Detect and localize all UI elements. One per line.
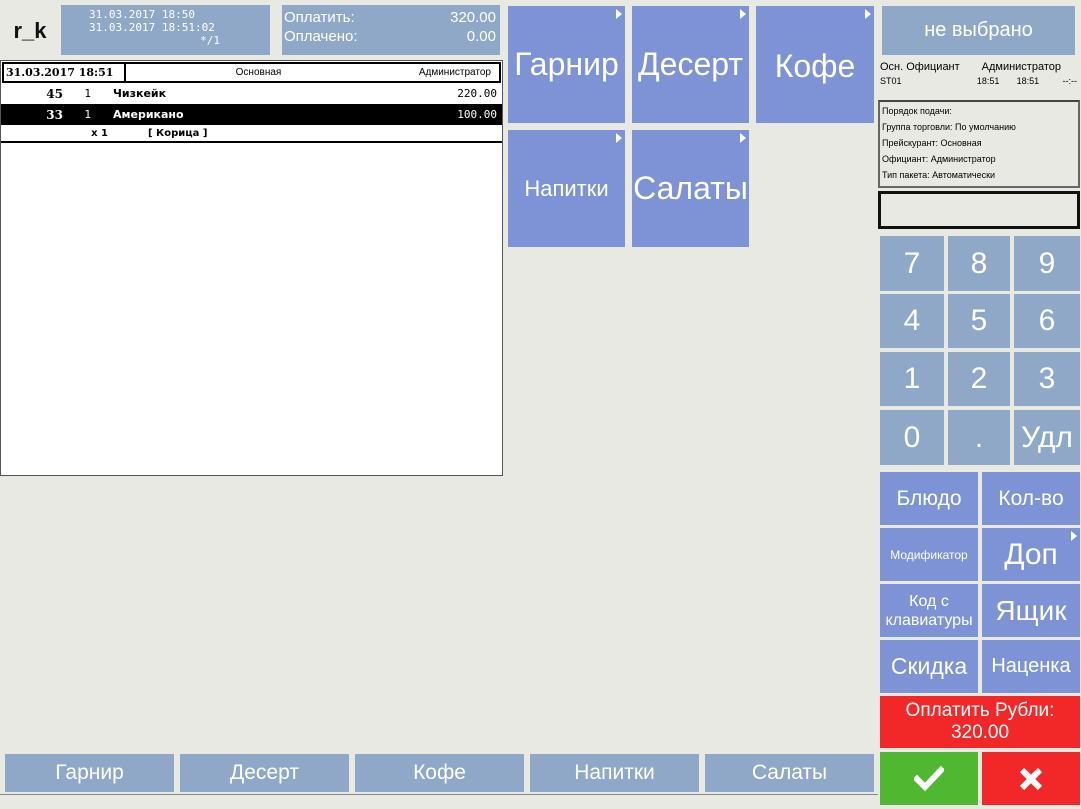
pay-value: 320.00 (950, 722, 1010, 743)
submenu-arrow-icon (1071, 531, 1077, 541)
key-delete[interactable]: Удл (1014, 410, 1080, 465)
modifier-button[interactable]: Модификатор (880, 528, 978, 581)
payment-summary: Оплатить: 320.00 Оплачено: 0.00 (282, 5, 500, 55)
line-qty: 1 (84, 87, 91, 100)
line-code: 45 (46, 86, 63, 101)
category-salads[interactable]: Салаты (632, 130, 749, 247)
category-drinks[interactable]: Напитки (508, 130, 625, 247)
extra-button[interactable]: Доп (982, 528, 1080, 581)
line-price: 100.00 (457, 108, 497, 121)
receipt-line[interactable]: 45 1 Чизкейк 220.00 (1, 83, 502, 104)
waiter-line: Официант: Администратор (882, 154, 996, 164)
key-5[interactable]: 5 (948, 294, 1010, 348)
package-type: Тип пакета: Автоматически (882, 170, 996, 180)
time-open: 18:51 (976, 76, 1000, 86)
date-opened: 31.03.2017 18:50 (89, 8, 195, 21)
receipt-date: 31.03.2017 18:51 (4, 64, 126, 81)
receipt-header: 31.03.2017 18:51 Основная Администратор (2, 62, 501, 83)
line-code: 33 (46, 107, 63, 122)
close-icon (1019, 767, 1043, 790)
key-2[interactable]: 2 (948, 352, 1010, 406)
cancel-button[interactable] (982, 752, 1080, 805)
drawer-button[interactable]: Ящик (982, 584, 1080, 637)
serving-order: Порядок подачи: (882, 106, 952, 116)
time-close: --:-- (1062, 76, 1077, 86)
line-qty: 1 (84, 108, 91, 121)
line-name: Американо (113, 108, 184, 121)
checkmark-icon (914, 765, 944, 791)
receipt-user: Администратор (418, 67, 491, 78)
dish-button[interactable]: Блюдо (880, 472, 978, 525)
table-number: */1 (200, 34, 220, 47)
extra-label: Доп (1004, 537, 1058, 571)
customer-select-button[interactable]: не выбрано (882, 6, 1075, 55)
key-9[interactable]: 9 (1014, 236, 1080, 291)
order-receipt[interactable]: 31.03.2017 18:51 Основная Администратор … (0, 60, 503, 476)
order-info-panel: Порядок подачи: Группа торговли: По умол… (878, 100, 1080, 188)
discount-button[interactable]: Скидка (880, 640, 978, 693)
paid-label: Оплачено: (284, 28, 358, 45)
numeric-input-field[interactable] (878, 191, 1080, 229)
key-6[interactable]: 6 (1014, 294, 1080, 348)
submenu-arrow-icon (616, 9, 622, 19)
app-logo: r_k (13, 18, 47, 43)
waiter-info: Осн. Официант Администратор ST01 18:51 1… (879, 61, 1077, 97)
receipt-menu: Основная (235, 67, 282, 78)
line-price: 220.00 (457, 87, 497, 100)
waiter-label: Осн. Официант (880, 61, 960, 73)
key-0[interactable]: 0 (880, 410, 944, 465)
submenu-arrow-icon (865, 9, 871, 19)
modifier-qty: x 1 (91, 127, 108, 139)
category-label: Гарнир (514, 46, 619, 82)
receipt-modifier-line[interactable]: x 1 [ Корица ] (1, 125, 502, 143)
key-4[interactable]: 4 (880, 294, 944, 348)
to-pay-value: 320.00 (450, 9, 496, 26)
key-dot[interactable]: . (948, 410, 1010, 465)
key-7[interactable]: 7 (880, 236, 944, 291)
to-pay-label: Оплатить: (284, 9, 355, 26)
markup-button[interactable]: Наценка (982, 640, 1080, 693)
bottom-tab-drinks[interactable]: Напитки (530, 754, 699, 792)
bottom-tab-garnish[interactable]: Гарнир (5, 754, 174, 792)
pay-rubles-button[interactable]: Оплатить Рубли: 320.00 (880, 696, 1080, 748)
category-garnish[interactable]: Гарнир (508, 6, 625, 123)
price-list: Прейскурант: Основная (882, 138, 982, 148)
category-label: Десерт (637, 46, 743, 82)
quantity-button[interactable]: Кол-во (982, 472, 1080, 525)
category-label: Кофе (774, 48, 856, 84)
submenu-arrow-icon (740, 133, 746, 143)
keyboard-code-button[interactable]: Код с клавиатуры (880, 584, 978, 637)
modifier-name: [ Корица ] (148, 127, 208, 139)
category-label: Напитки (524, 175, 609, 201)
category-label: Салаты (633, 170, 748, 206)
paid-value: 0.00 (466, 28, 496, 45)
key-1[interactable]: 1 (880, 352, 944, 406)
confirm-button[interactable] (880, 752, 978, 805)
category-dessert[interactable]: Десерт (632, 6, 749, 123)
waiter-name: Администратор (981, 61, 1061, 73)
date-now: 31.03.2017 18:51:02 (89, 21, 215, 34)
category-coffee[interactable]: Кофе (756, 6, 874, 123)
bottom-tab-dessert[interactable]: Десерт (180, 754, 349, 792)
submenu-arrow-icon (616, 133, 622, 143)
status-bar (0, 794, 878, 809)
key-3[interactable]: 3 (1014, 352, 1080, 406)
time-print: 18:51 (1016, 76, 1040, 86)
date-info-panel: 31.03.2017 18:50 31.03.2017 18:51:02 */1 (61, 5, 270, 55)
station-id: ST01 (880, 76, 902, 86)
bottom-tab-coffee[interactable]: Кофе (355, 754, 524, 792)
bottom-tab-salads[interactable]: Салаты (705, 754, 874, 792)
key-8[interactable]: 8 (948, 236, 1010, 291)
trade-group: Группа торговли: По умолчанию (882, 122, 1016, 132)
line-name: Чизкейк (113, 87, 167, 100)
receipt-line-selected[interactable]: 33 1 Американо 100.00 (1, 104, 502, 125)
pay-label: Оплатить Рубли: (905, 700, 1055, 721)
submenu-arrow-icon (740, 9, 746, 19)
